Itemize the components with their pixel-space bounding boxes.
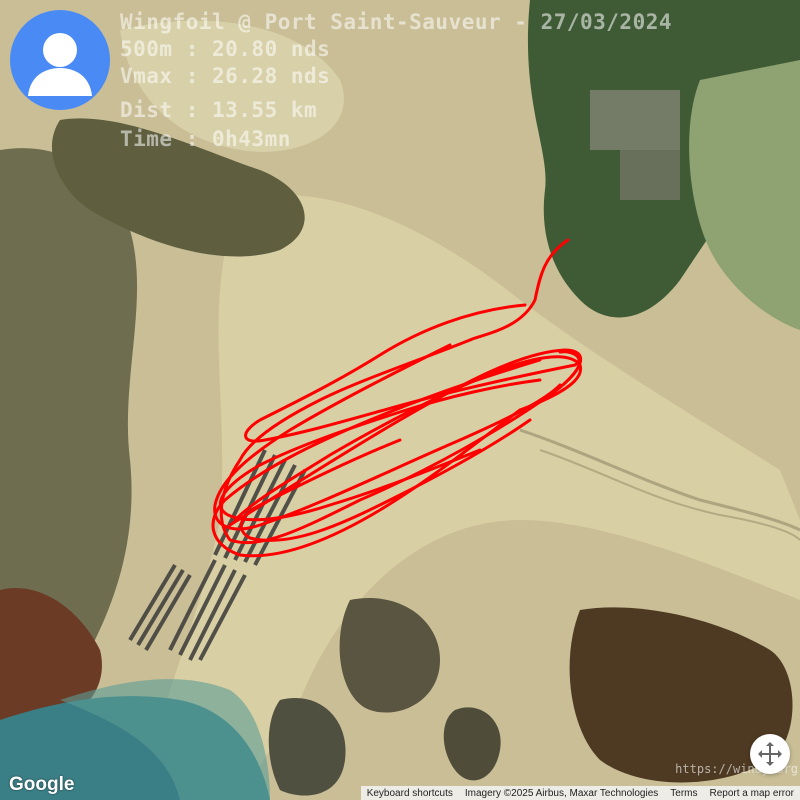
speed-500m: 500m : 20.80 nds [120, 37, 331, 61]
attribution-bar: Keyboard shortcuts Imagery ©2025 Airbus,… [360, 786, 800, 800]
google-logo: Google [9, 774, 75, 795]
village-buildings-2 [620, 150, 680, 200]
fullscreen-icon[interactable] [750, 734, 790, 774]
session-title: Wingfoil @ Port Saint-Sauveur - 27/03/20… [120, 10, 673, 34]
village-buildings [590, 90, 680, 150]
person-icon[interactable] [10, 10, 110, 110]
keyboard-shortcuts-link[interactable]: Keyboard shortcuts [361, 788, 459, 799]
max-speed: Vmax : 26.28 nds [120, 64, 331, 88]
avatar-graphic [28, 33, 92, 96]
imagery-attribution: Imagery ©2025 Airbus, Maxar Technologies [464, 787, 659, 799]
duration: Time : 0h43mn [120, 127, 291, 151]
report-error-link[interactable]: Report a map error [704, 788, 800, 799]
terms-link[interactable]: Terms [664, 788, 703, 799]
fullscreen-glyph [758, 742, 782, 766]
distance: Dist : 13.55 km [120, 98, 318, 122]
